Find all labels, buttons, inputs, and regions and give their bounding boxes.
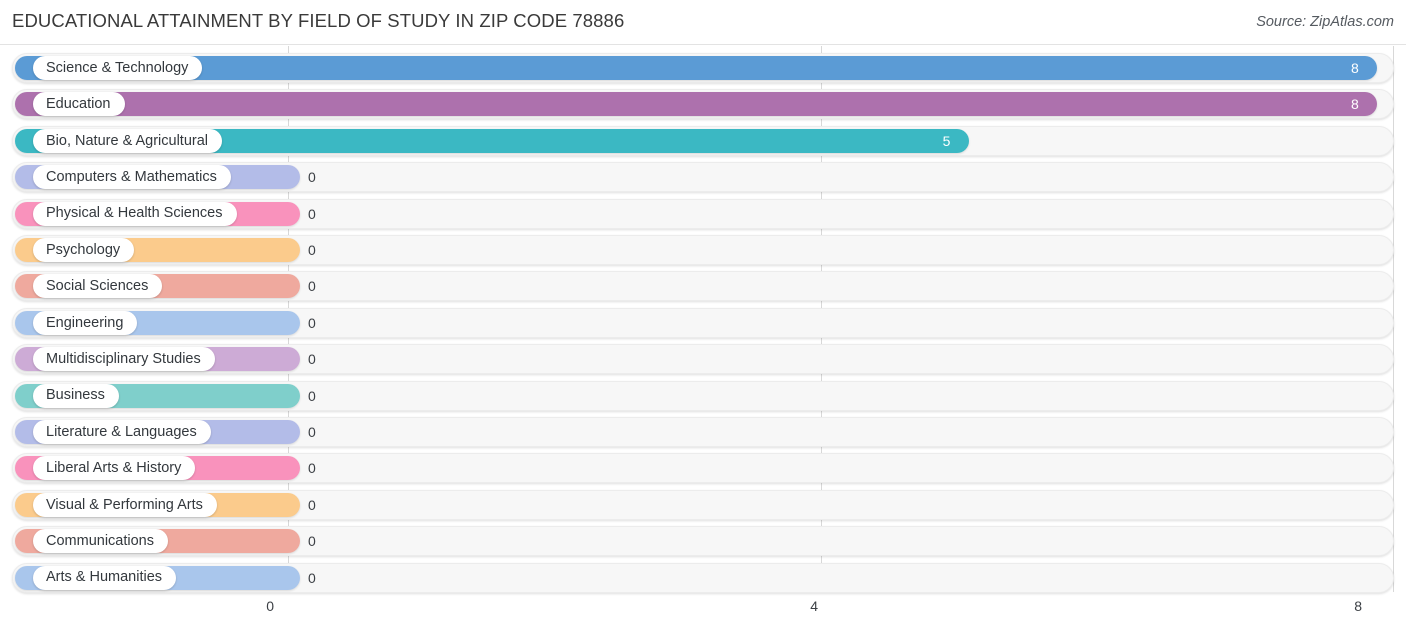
category-label: Visual & Performing Arts: [46, 496, 203, 513]
category-label-pill: Education: [33, 92, 125, 117]
category-label: Bio, Nature & Agricultural: [46, 132, 208, 149]
category-label: Physical & Health Sciences: [46, 205, 223, 222]
x-axis-tick-0: 0: [266, 598, 274, 614]
chart-row[interactable]: Engineering 0: [12, 307, 1394, 338]
bar-value-label: 8: [1351, 60, 1359, 76]
bar-value-label: 0: [308, 387, 316, 404]
category-label: Liberal Arts & History: [46, 460, 182, 477]
chart-row[interactable]: Psychology 0: [12, 235, 1394, 265]
x-axis-tick-8: 8: [1354, 598, 1362, 614]
category-label-pill: Social Sciences: [33, 274, 163, 299]
bar-value-label: 0: [308, 278, 316, 295]
category-label: Arts & Humanities: [46, 569, 163, 586]
chart-row[interactable]: Physical & Health Sciences 0: [12, 198, 1394, 229]
category-label-pill: Science & Technology: [33, 56, 203, 80]
bar-value-label: 0: [308, 205, 316, 222]
category-label: Social Sciences: [46, 278, 149, 295]
value-bar[interactable]: [15, 92, 1377, 117]
category-label: Communications: [46, 532, 154, 549]
chart-row[interactable]: Education 8: [12, 89, 1394, 120]
category-label-pill: Physical & Health Sciences: [33, 201, 237, 226]
chart-row[interactable]: Social Sciences 0: [12, 271, 1394, 302]
chart-row[interactable]: Science & Technology 8: [12, 53, 1394, 83]
category-label-pill: Liberal Arts & History: [33, 456, 196, 481]
chart-row[interactable]: Literature & Languages 0: [12, 417, 1394, 447]
category-label: Psychology: [46, 241, 121, 258]
bar-value-label: 0: [308, 351, 316, 368]
category-label-pill: Literature & Languages: [33, 420, 211, 444]
category-label-pill: Communications: [33, 529, 168, 554]
x-axis-tick-4: 4: [810, 598, 818, 614]
page-title: EDUCATIONAL ATTAINMENT BY FIELD OF STUDY…: [12, 10, 625, 31]
bar-value-label: 0: [308, 496, 316, 513]
bar-value-label: 0: [308, 314, 316, 331]
category-label: Multidisciplinary Studies: [46, 350, 201, 367]
chart-row[interactable]: Communications 0: [12, 526, 1394, 557]
bar-value-label: 5: [942, 132, 951, 149]
category-label-pill: Business: [33, 383, 119, 408]
category-label-pill: Psychology: [33, 238, 135, 262]
chart-page: EDUCATIONAL ATTAINMENT BY FIELD OF STUDY…: [0, 0, 1406, 631]
chart-row[interactable]: Computers & Mathematics 0: [12, 162, 1394, 193]
category-label-pill: Computers & Mathematics: [33, 165, 231, 190]
value-bar[interactable]: [15, 56, 1377, 80]
chart-row[interactable]: Visual & Performing Arts 0: [12, 489, 1394, 520]
category-label: Engineering: [46, 314, 124, 331]
bar-value-label: 8: [1351, 96, 1359, 113]
header-divider: [0, 44, 1406, 45]
chart-row[interactable]: Bio, Nature & Agricultural 5: [12, 125, 1394, 156]
bar-value-label: 0: [308, 460, 316, 477]
chart-row[interactable]: Business 0: [12, 380, 1394, 411]
bar-value-label: 0: [308, 242, 316, 258]
category-label-pill: Arts & Humanities: [33, 565, 177, 590]
category-label-pill: Multidisciplinary Studies: [33, 347, 215, 372]
source-attribution: Source: ZipAtlas.com: [1256, 14, 1394, 30]
bar-value-label: 0: [308, 424, 316, 440]
chart-plot-area: Science & Technology 8 Education 8 Bio, Natu…: [0, 46, 1406, 596]
chart-row[interactable]: Arts & Humanities 0: [12, 562, 1394, 593]
category-label: Education: [46, 96, 111, 113]
category-label-pill: Visual & Performing Arts: [33, 492, 217, 517]
chart-row[interactable]: Liberal Arts & History 0: [12, 453, 1394, 484]
category-label: Business: [46, 387, 105, 404]
x-axis: 0 4 8: [0, 596, 1406, 631]
category-label-pill: Engineering: [33, 310, 138, 335]
category-label-pill: Bio, Nature & Agricultural: [33, 128, 222, 153]
bar-value-label: 0: [308, 569, 316, 586]
bar-value-label: 0: [308, 533, 316, 550]
bar-value-label: 0: [308, 169, 316, 186]
chart-row[interactable]: Multidisciplinary Studies 0: [12, 344, 1394, 375]
category-label: Science & Technology: [46, 59, 189, 76]
category-label: Literature & Languages: [46, 423, 197, 440]
category-label: Computers & Mathematics: [46, 168, 217, 185]
